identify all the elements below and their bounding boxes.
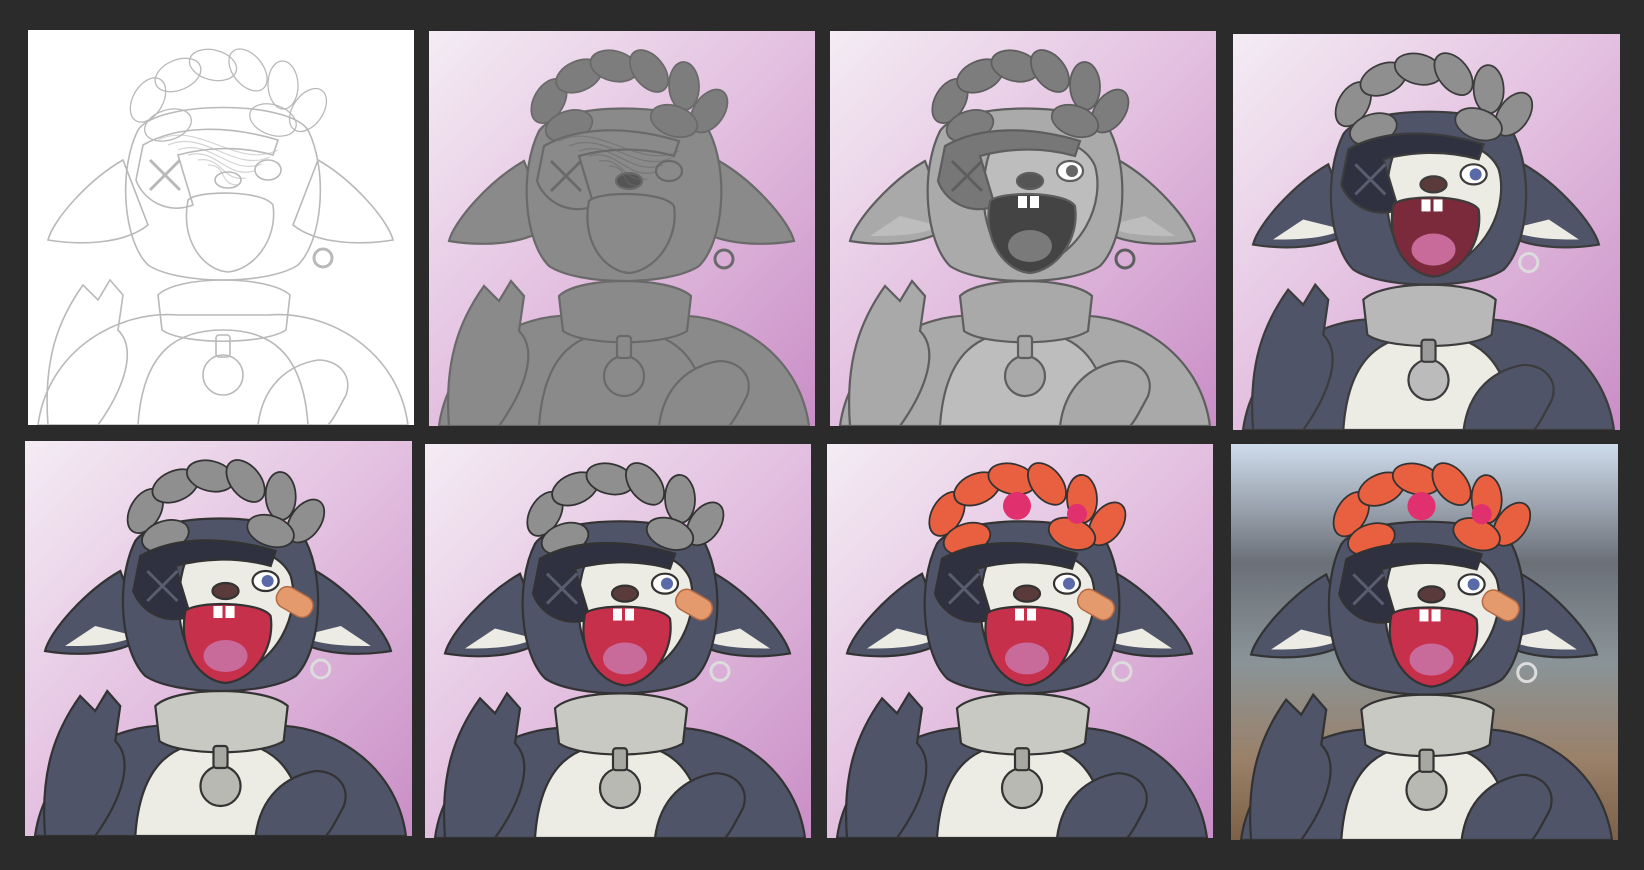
flower-center	[1067, 503, 1087, 524]
tooth	[1015, 608, 1024, 621]
tongue	[203, 640, 248, 672]
collar-tag	[1003, 354, 1047, 398]
collar	[955, 692, 1091, 756]
tooth	[1431, 609, 1441, 622]
tooth	[1419, 609, 1429, 622]
tooth	[213, 606, 223, 618]
tongue	[603, 642, 647, 675]
collar	[958, 279, 1094, 344]
flower-petal	[1069, 61, 1101, 111]
flower-petal	[664, 474, 696, 524]
flower-center	[1407, 492, 1436, 521]
tooth	[1433, 199, 1443, 212]
illustration	[429, 31, 815, 426]
pupil	[1469, 168, 1482, 181]
tag-ring	[615, 334, 633, 360]
tooth	[1027, 608, 1036, 621]
tooth	[613, 608, 622, 621]
stage-4-dark-fur-panel	[1233, 34, 1620, 430]
flower-petal	[668, 61, 700, 111]
tag-ring	[1420, 338, 1437, 363]
stage-1-sketch-panel	[28, 30, 414, 425]
illustration	[28, 30, 414, 425]
illustration	[827, 444, 1213, 838]
stage-2-flat-grey-panel	[429, 31, 815, 426]
collar	[1362, 283, 1497, 348]
flower-center	[1003, 491, 1031, 520]
illustration	[1233, 34, 1620, 430]
illustration	[1231, 444, 1618, 840]
pupil	[1066, 165, 1078, 177]
pupil	[1467, 578, 1480, 591]
stage-7-flower-color-panel	[827, 444, 1213, 838]
tongue	[1409, 643, 1454, 676]
collar	[1360, 693, 1495, 758]
tooth	[1030, 196, 1039, 208]
collar	[553, 692, 689, 756]
flower-petal	[264, 471, 297, 521]
stage-6-refined-panel	[425, 444, 811, 838]
canvas-background	[28, 30, 414, 425]
tooth	[1421, 199, 1431, 212]
stage-3-grey-value-panel	[830, 31, 1216, 426]
flower-petal	[1472, 64, 1505, 115]
pupil	[261, 575, 274, 587]
tongue	[1008, 230, 1052, 262]
nose	[1015, 171, 1045, 191]
nose	[1012, 584, 1042, 603]
tongue	[1411, 233, 1456, 266]
tag-ring	[212, 744, 229, 770]
tag-ring	[611, 747, 629, 772]
nose	[1419, 175, 1448, 194]
collar-tag	[199, 764, 242, 808]
flower-center	[1471, 504, 1492, 525]
collar-tag	[1000, 767, 1044, 810]
collar-tag	[602, 354, 646, 398]
collar	[154, 689, 289, 754]
illustration	[830, 31, 1216, 426]
collar-tag	[1407, 358, 1450, 402]
tag-ring	[1418, 748, 1435, 773]
tag-ring	[1016, 334, 1034, 360]
stage-8-final-panel	[1231, 444, 1618, 840]
tongue	[1005, 642, 1049, 675]
process-sheet	[0, 0, 1644, 870]
tooth	[625, 608, 634, 621]
nose	[610, 584, 640, 603]
tooth	[225, 606, 235, 618]
pupil	[1063, 577, 1075, 590]
tongue	[607, 230, 651, 262]
illustration	[425, 444, 811, 838]
collar-tag	[598, 767, 642, 810]
nose	[211, 581, 240, 601]
collar-tag	[1405, 768, 1448, 812]
eye	[654, 159, 684, 183]
collar	[557, 279, 693, 344]
illustration	[25, 441, 412, 836]
tag-ring	[1013, 747, 1031, 772]
pupil	[661, 577, 673, 590]
stage-5-body-render-panel	[25, 441, 412, 836]
nose	[1417, 585, 1446, 604]
tooth	[1018, 196, 1027, 208]
